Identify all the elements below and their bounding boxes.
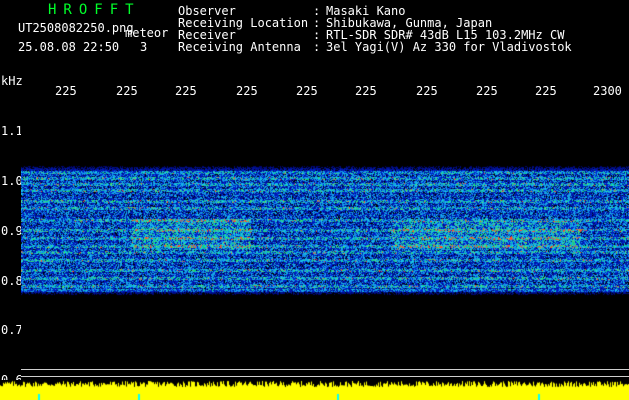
meteor-label: meteor	[125, 26, 169, 40]
time-tick: 225	[416, 84, 438, 98]
time-tick: 225	[476, 84, 498, 98]
antenna-value: 3el Yagi(V) Az 330 for Vladivostok	[326, 40, 572, 54]
time-tick: 225	[355, 84, 377, 98]
upper-divider	[21, 369, 629, 370]
freq-tick: 0.9	[1, 224, 23, 238]
meteor-count: 3	[140, 40, 148, 54]
time-tick: 225	[236, 84, 258, 98]
time-tick: 2300	[593, 84, 622, 98]
filename: UT2508082250.png	[18, 21, 134, 35]
freq-tick: 1.1	[1, 124, 23, 138]
freq-unit: kHz	[1, 74, 23, 88]
app-name: HROFFT	[48, 2, 141, 18]
freq-tick: 0.7	[1, 323, 23, 337]
signal-level-meter	[0, 380, 629, 400]
date-time: 25.08.08 22:50	[18, 40, 120, 54]
lower-divider	[21, 376, 629, 377]
freq-tick: 1.0	[1, 174, 23, 188]
time-tick: 225	[175, 84, 197, 98]
antenna-colon: :	[313, 40, 321, 54]
time-tick: 225	[116, 84, 138, 98]
time-tick: 225	[296, 84, 318, 98]
time-tick: 225	[55, 84, 77, 98]
hrofft-window: HROFFT UT2508082250.png meteor 25.08.08 …	[0, 0, 629, 400]
spectrogram	[21, 100, 629, 380]
freq-tick: 0.8	[1, 274, 23, 288]
time-tick: 225	[535, 84, 557, 98]
antenna-label: Receiving Antenna	[178, 40, 301, 54]
